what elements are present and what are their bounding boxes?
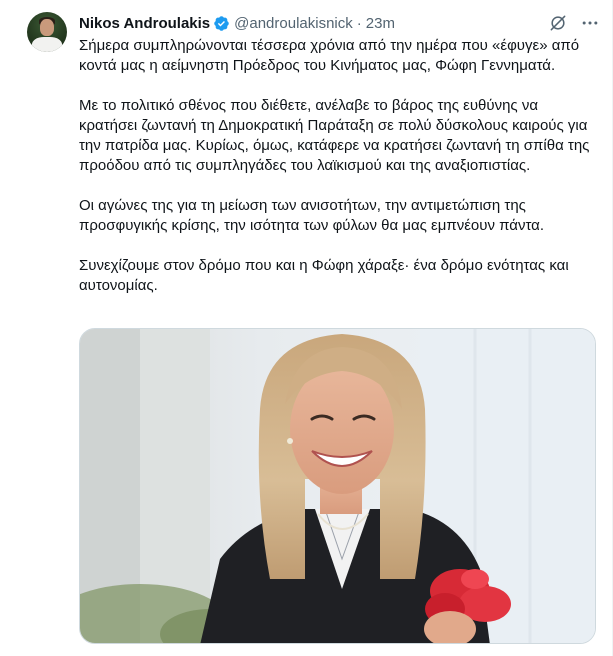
- more-button[interactable]: [578, 11, 602, 35]
- grok-button[interactable]: [546, 11, 570, 35]
- verified-badge-icon: [213, 15, 230, 32]
- author-name[interactable]: Nikos Androulakis: [79, 15, 210, 32]
- avatar-face: [40, 19, 54, 36]
- more-dots-icon: [582, 21, 598, 25]
- author-handle[interactable]: @androulakisnick: [234, 15, 353, 32]
- tweet-paragraph: Σήμερα συμπληρώνονται τέσσερα χρόνια από…: [79, 37, 584, 74]
- timestamp[interactable]: 23m: [366, 15, 395, 32]
- avatar-shirt: [32, 37, 62, 52]
- tweet-text: Σήμερα συμπληρώνονται τέσσερα χρόνια από…: [79, 36, 599, 316]
- tweet-paragraph: Με το πολιτικό σθένος που διέθετε, ανέλα…: [79, 97, 594, 174]
- tweet-article[interactable]: Nikos Androulakis @androulakisnick · 23m…: [0, 0, 613, 656]
- grok-icon: [550, 15, 566, 31]
- photo-portrait: [80, 329, 595, 643]
- tweet-header: Nikos Androulakis @androulakisnick · 23m: [79, 13, 395, 33]
- tweet-paragraph: Συνεχίζουμε στον δρόμο που και η Φώφη χά…: [79, 257, 573, 294]
- tweet-photo[interactable]: [79, 328, 596, 644]
- avatar[interactable]: [27, 12, 67, 52]
- tweet-paragraph: Οι αγώνες της για τη μείωση των ανισοτήτ…: [79, 197, 544, 234]
- separator-dot: ·: [356, 14, 362, 32]
